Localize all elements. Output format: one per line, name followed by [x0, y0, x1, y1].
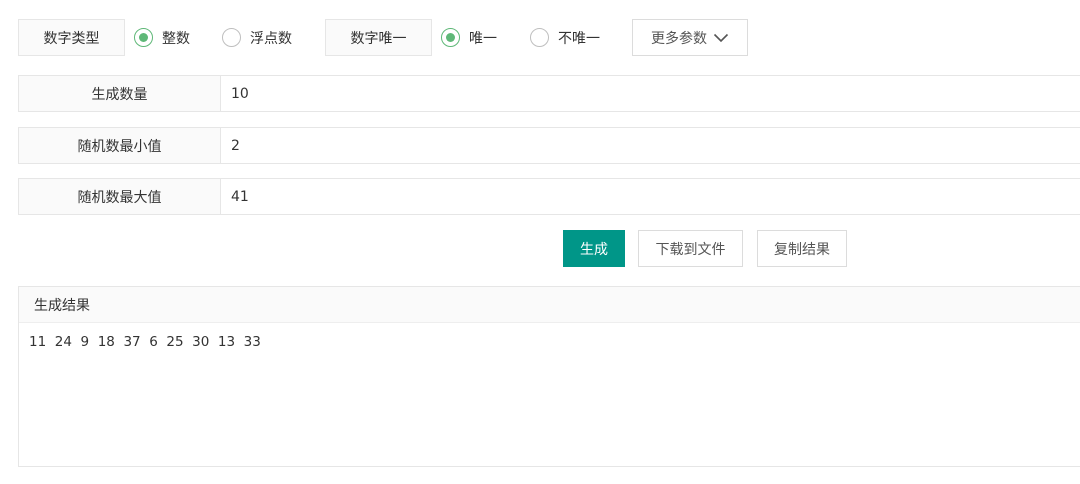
radio-unchecked-icon [222, 28, 241, 47]
copy-button[interactable]: 复制结果 [757, 230, 847, 267]
radio-integer-label: 整数 [162, 30, 190, 47]
chevron-down-icon [713, 33, 729, 42]
more-params-label: 更多参数 [651, 30, 707, 47]
radio-unchecked-icon [530, 28, 549, 47]
result-panel: 生成结果 11 24 9 18 37 6 25 30 13 33 [18, 286, 1080, 467]
number-type-label: 数字类型 [18, 19, 125, 56]
radio-float-label: 浮点数 [250, 30, 292, 47]
min-row: 随机数最小值 [18, 127, 1080, 164]
max-label: 随机数最大值 [19, 179, 221, 214]
radio-float[interactable]: 浮点数 [222, 19, 292, 56]
count-label: 生成数量 [19, 76, 221, 111]
radio-not-unique[interactable]: 不唯一 [530, 19, 600, 56]
radio-integer[interactable]: 整数 [134, 19, 190, 56]
radio-not-unique-label: 不唯一 [558, 30, 600, 47]
generate-button[interactable]: 生成 [563, 230, 625, 267]
radio-checked-icon [441, 28, 460, 47]
result-title: 生成结果 [19, 287, 1080, 323]
radio-checked-icon [134, 28, 153, 47]
max-input[interactable] [221, 179, 1080, 214]
min-input[interactable] [221, 128, 1080, 163]
number-type-label-text: 数字类型 [43, 30, 100, 47]
min-label: 随机数最小值 [19, 128, 221, 163]
radio-unique[interactable]: 唯一 [441, 19, 497, 56]
count-row: 生成数量 [18, 75, 1080, 112]
result-text[interactable]: 11 24 9 18 37 6 25 30 13 33 [19, 323, 1080, 361]
max-row: 随机数最大值 [18, 178, 1080, 215]
unique-label-text: 数字唯一 [350, 30, 407, 47]
more-params-button[interactable]: 更多参数 [632, 19, 748, 56]
radio-unique-label: 唯一 [469, 30, 497, 47]
unique-label: 数字唯一 [325, 19, 432, 56]
count-input[interactable] [221, 76, 1080, 111]
download-button[interactable]: 下载到文件 [638, 230, 743, 267]
